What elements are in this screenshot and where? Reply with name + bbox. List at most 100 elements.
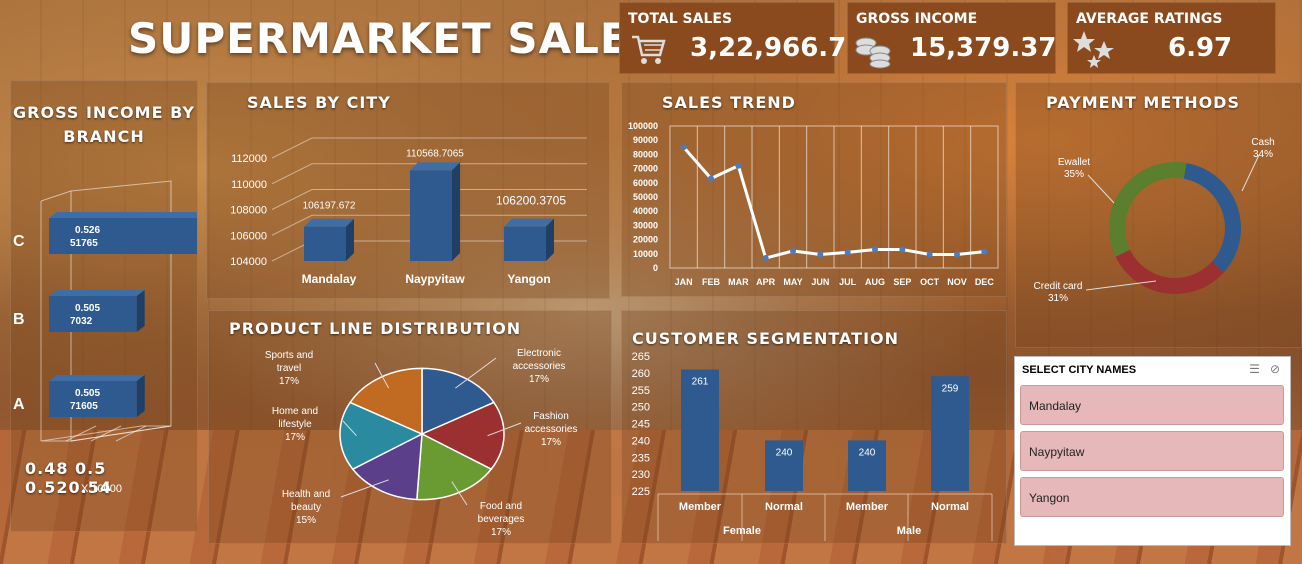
- branch-bar-B: [49, 296, 137, 332]
- sales-by-city-chart: 104000 106000 108000 110000 112000 Mandalay 10…: [230, 137, 587, 286]
- pie-name-label: travel: [277, 363, 301, 374]
- trend-x-label: AUG: [865, 277, 885, 287]
- seg-value-label: 259: [942, 383, 959, 394]
- branch-label-a-B: 0.505: [75, 303, 100, 314]
- sales-trend-chart: 0 10000 20000 30000 40000 50000 60000 70000 8000…: [628, 121, 999, 287]
- trend-y-tick: 70000: [633, 164, 658, 174]
- branch-bar-top-A: [49, 375, 145, 381]
- city-x-label-Mandalay: Mandalay: [302, 272, 357, 286]
- pie-pct-label: 17%: [491, 527, 511, 538]
- donut-name-label: Credit card: [1034, 281, 1083, 292]
- donut-leader: [1087, 174, 1115, 204]
- seg-value-label: 240: [776, 447, 793, 458]
- pie-name-label: Electronic: [517, 348, 561, 359]
- branch-bar-side-A: [136, 375, 145, 417]
- seg-group-label: Male: [897, 525, 921, 537]
- pie-pct-label: 17%: [541, 437, 561, 448]
- trend-x-label: OCT: [920, 277, 940, 287]
- kpi-average-ratings-value: 6.97: [1168, 33, 1233, 63]
- pie-name-label: beverages: [478, 514, 525, 525]
- pie-name-label: Fashion: [533, 411, 569, 422]
- seg-x-label: Normal: [931, 501, 969, 513]
- seg-bar: [681, 369, 719, 491]
- donut-ring: [1109, 162, 1241, 294]
- dashboard-title: SUPERMARKET SALES: [128, 14, 661, 63]
- slicer-item-mandalay[interactable]: Mandalay: [1020, 385, 1284, 425]
- slicer-item-naypyitaw[interactable]: Naypyitaw: [1020, 431, 1284, 471]
- trend-point: [735, 162, 742, 169]
- city-bar-top-Yangon: [504, 218, 554, 227]
- branch-label-b-C: 51765: [70, 238, 98, 249]
- city-bar-top-Mandalay: [304, 218, 354, 227]
- customer-segmentation-chart: 225 230 235 240 245 250 255 260 265 261 Member 240 N…: [632, 351, 993, 541]
- city-value-label-Naypyitaw: 110568.7065: [406, 148, 464, 159]
- trend-x-label: MAY: [783, 277, 802, 287]
- branch-bar-top-C: [49, 212, 197, 218]
- trend-y-tick: 0: [653, 263, 658, 273]
- city-y-tick: 104000: [230, 256, 267, 268]
- trend-y-tick: 90000: [633, 135, 658, 145]
- pie-name-label: Food and: [480, 501, 522, 512]
- trend-point: [899, 246, 906, 253]
- pie-name-label: accessories: [525, 424, 578, 435]
- city-slicer: SELECT CITY NAMES ☰ ⊘ Mandalay Naypyitaw …: [1014, 356, 1291, 546]
- trend-x-label: MAR: [728, 277, 749, 287]
- trend-point: [981, 248, 988, 255]
- city-y-tick: 112000: [231, 153, 267, 165]
- trend-point: [926, 251, 933, 258]
- branch-tick-A: A: [13, 396, 25, 413]
- trend-x-label: JAN: [675, 277, 693, 287]
- trend-x-label: FEB: [702, 277, 721, 287]
- branch-label-a-C: 0.526: [75, 225, 100, 236]
- pie-pct-label: 17%: [279, 376, 299, 387]
- branch-tick-B: B: [13, 311, 25, 328]
- pie-name-label: Sports and: [265, 350, 313, 361]
- coins-icon: [855, 37, 891, 69]
- kpi-average-ratings: AVERAGE RATINGS 6.97: [1067, 2, 1276, 74]
- seg-y-tick: 245: [632, 419, 650, 431]
- city-x-label-Naypyitaw: Naypyitaw: [405, 272, 465, 286]
- city-y-tick: 108000: [230, 205, 267, 217]
- panel-product-line: PRODUCT LINE DISTRIBUTION Electronic acce…: [208, 310, 612, 544]
- city-bar-top-Naypyitaw: [410, 162, 460, 171]
- kpi-total-sales-label: TOTAL SALES: [628, 11, 733, 27]
- branch-label-b-A: 71605: [70, 401, 98, 412]
- donut-leader: [1241, 154, 1260, 192]
- trend-y-tick: 100000: [628, 121, 658, 131]
- pie-name-label: lifestyle: [278, 419, 312, 430]
- donut-slice-cash: [1109, 162, 1241, 294]
- payment-methods-chart: Cash34% Credit card31% Ewallet35%: [1034, 137, 1275, 304]
- seg-y-tick: 230: [632, 469, 650, 481]
- trend-y-tick: 50000: [633, 192, 658, 202]
- pie-pct-label: 17%: [529, 374, 549, 385]
- branch-bar-top-B: [49, 290, 145, 296]
- donut-pct-label: 35%: [1064, 169, 1084, 180]
- kpi-gross-income: GROSS INCOME 15,379.37: [847, 2, 1056, 74]
- seg-x-label: Normal: [765, 501, 803, 513]
- seg-value-label: 261: [692, 377, 709, 388]
- trend-y-tick: 30000: [633, 220, 658, 230]
- cart-icon: [632, 35, 666, 64]
- pie-pct-label: 15%: [296, 515, 316, 526]
- stars-icon: [1073, 31, 1114, 68]
- trend-x-label: JUN: [811, 277, 829, 287]
- seg-y-tick: 255: [632, 385, 650, 397]
- trend-x-label: DEC: [975, 277, 995, 287]
- branch-bar-side-B: [136, 290, 145, 332]
- city-bar-Yangon: [504, 226, 546, 261]
- trend-point: [844, 249, 851, 256]
- branch-label-b-B: 7032: [70, 316, 93, 327]
- seg-y-tick: 265: [632, 351, 650, 363]
- clear-filter-icon[interactable]: ⊘: [1270, 362, 1280, 376]
- trend-x-label: JUL: [839, 277, 857, 287]
- donut-pct-label: 31%: [1048, 293, 1068, 304]
- slicer-header: SELECT CITY NAMES: [1022, 364, 1137, 376]
- city-value-label-Yangon: 106200.3705: [496, 194, 566, 208]
- donut-pct-label: 34%: [1253, 149, 1273, 160]
- seg-value-label: 240: [859, 447, 876, 458]
- pie-pct-label: 17%: [285, 432, 305, 443]
- kpi-total-sales: TOTAL SALES 3,22,966.75: [619, 2, 864, 74]
- seg-group-label: Female: [723, 525, 761, 537]
- multi-select-icon[interactable]: ☰: [1249, 362, 1260, 376]
- slicer-item-yangon[interactable]: Yangon: [1020, 477, 1284, 517]
